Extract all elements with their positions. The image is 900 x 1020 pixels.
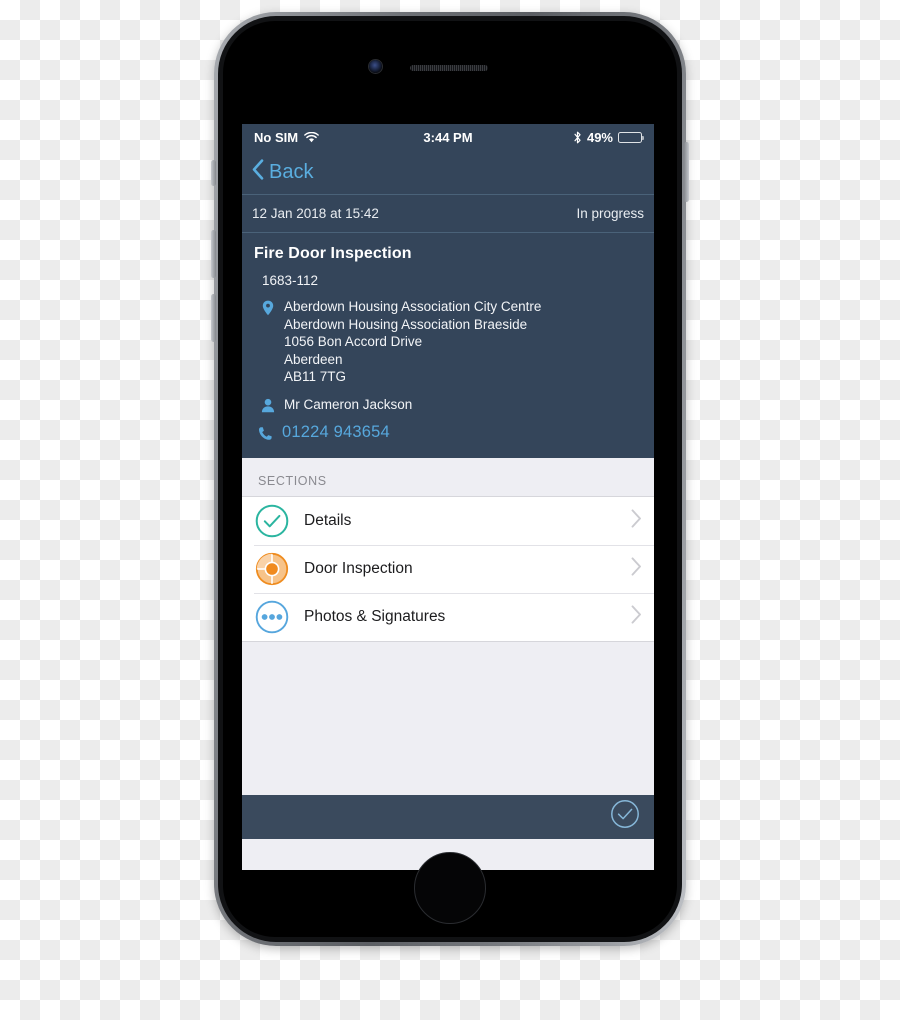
carrier-label: No SIM xyxy=(254,129,299,145)
volume-down-button[interactable] xyxy=(211,294,216,342)
job-header-panel: Fire Door Inspection 1683-112 Aberdown H… xyxy=(242,233,654,458)
chevron-right-icon xyxy=(631,604,642,629)
status-badge: In progress xyxy=(576,206,644,221)
dots-circle-icon xyxy=(254,599,290,635)
address-line: Aberdown Housing Association City Centre xyxy=(284,299,542,314)
section-label: Details xyxy=(304,511,352,529)
job-datetime: 12 Jan 2018 at 15:42 xyxy=(252,206,379,221)
status-bar: No SIM 3:44 PM 49% xyxy=(242,124,654,150)
sidebar-item-photos-signatures[interactable]: Photos & Signatures xyxy=(242,592,654,641)
status-bar-right: 49% xyxy=(573,129,644,145)
camera-icon xyxy=(369,60,382,73)
sidebar-item-door-inspection[interactable]: Door Inspection xyxy=(242,544,654,593)
check-circle-icon xyxy=(254,503,290,539)
progress-pie-icon xyxy=(254,551,290,587)
status-bar-left: No SIM xyxy=(254,130,319,145)
phone-device: No SIM 3:44 PM 49% Back 12 Jan 2018 at 1… xyxy=(211,12,689,946)
power-button[interactable] xyxy=(684,142,689,202)
back-button[interactable]: Back xyxy=(252,158,314,186)
contact-row: Mr Cameron Jackson xyxy=(260,396,644,413)
job-meta-bar: 12 Jan 2018 at 15:42 In progress xyxy=(242,194,654,233)
address-line: AB11 7TG xyxy=(284,369,347,384)
phone-number: 01224 943654 xyxy=(282,422,390,441)
phone-screen: No SIM 3:44 PM 49% Back 12 Jan 2018 at 1… xyxy=(242,124,654,870)
person-icon xyxy=(260,396,275,413)
mute-switch[interactable] xyxy=(211,160,216,186)
navigation-bar: Back xyxy=(242,150,654,194)
wifi-icon xyxy=(304,131,319,143)
job-reference: 1683-112 xyxy=(262,273,319,288)
chevron-right-icon xyxy=(631,508,642,533)
sections-header: SECTIONS xyxy=(242,457,654,496)
contact-name: Mr Cameron Jackson xyxy=(284,396,413,412)
battery-percent-label: 49% xyxy=(586,129,613,145)
bottom-toolbar xyxy=(242,794,654,839)
speaker-grille-icon xyxy=(410,65,488,71)
section-label: Photos & Signatures xyxy=(304,607,446,625)
map-pin-icon xyxy=(260,298,275,316)
volume-up-button[interactable] xyxy=(211,230,216,278)
address-lines: Aberdown Housing Association City Centre… xyxy=(284,298,541,386)
chevron-left-icon xyxy=(252,158,264,186)
battery-icon xyxy=(618,131,644,143)
address-line: 1056 Bon Accord Drive xyxy=(284,334,423,349)
address-line: Aberdeen xyxy=(284,351,343,367)
home-button[interactable] xyxy=(414,852,486,924)
address-line: Aberdown Housing Association Braeside xyxy=(284,316,528,332)
page-title: Fire Door Inspection xyxy=(254,245,412,262)
complete-job-button[interactable] xyxy=(610,799,640,834)
sidebar-item-details[interactable]: Details xyxy=(242,496,654,545)
sections-list: Details Door Inspection Photos & Signatu… xyxy=(242,495,654,642)
phone-link[interactable]: 01224 943654 xyxy=(258,423,644,442)
chevron-right-icon xyxy=(631,556,642,581)
address-row: Aberdown Housing Association City Centre… xyxy=(260,298,644,386)
section-label: Door Inspection xyxy=(304,559,413,577)
back-button-label: Back xyxy=(269,160,314,183)
phone-icon xyxy=(258,424,273,441)
sections-container: SECTIONS Details Door Inspection Photos … xyxy=(242,457,654,795)
list-empty-area xyxy=(242,641,654,795)
bluetooth-icon xyxy=(573,131,582,144)
